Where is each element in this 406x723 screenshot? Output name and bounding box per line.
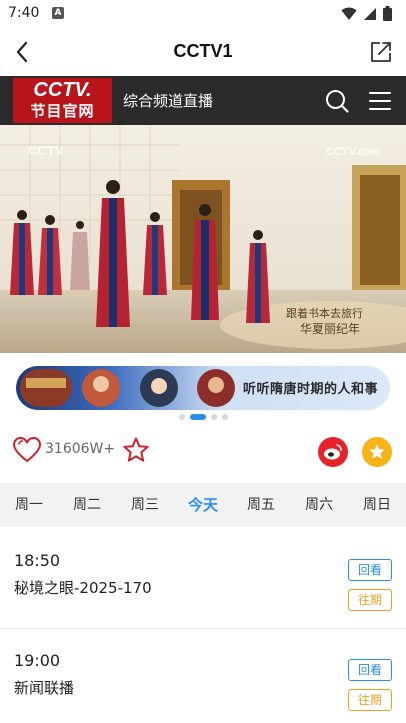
video-watermark-right: CCTV.com [326, 146, 381, 158]
program-time: 18:50 [14, 551, 61, 570]
banner-text: 听听隋唐时期的人和事 [242, 382, 378, 397]
program-time: 19:00 [14, 651, 61, 670]
like-count: 31606W+ [45, 441, 116, 457]
favorite-star-icon [369, 444, 385, 459]
program-title: 秘境之眼-2025-170 [14, 579, 152, 597]
logo-subtext: 节目官网 [30, 102, 95, 120]
menu-icon[interactable] [367, 88, 393, 114]
day-tabs: 周一 周二 周三 今天 周五 周六 周日 [0, 483, 406, 527]
notification-icon: A [52, 7, 64, 19]
tab-day-today[interactable]: 今天 [174, 483, 232, 527]
banner-pagination [0, 414, 406, 420]
action-row: 31606W+ [0, 428, 406, 476]
status-time: 7:40 [8, 5, 40, 21]
share-icon[interactable] [368, 39, 394, 65]
tab-day[interactable]: 周三 [116, 483, 174, 527]
pagination-dot[interactable] [221, 414, 228, 420]
video-caption-2: 华夏丽纪年 [300, 322, 360, 336]
tab-day[interactable]: 周五 [232, 483, 290, 527]
battery-icon [383, 6, 392, 21]
tab-day[interactable]: 周二 [58, 483, 116, 527]
program-item[interactable]: 18:50 秘境之眼-2025-170 回看 往期 [0, 533, 406, 629]
banner-illustration [20, 369, 235, 407]
tab-day[interactable]: 周六 [290, 483, 348, 527]
weibo-icon [324, 444, 342, 460]
past-episodes-button[interactable]: 往期 [348, 589, 392, 611]
logo-text: CCTV. [33, 79, 92, 101]
favorite-button[interactable] [362, 437, 392, 467]
nav-bar: CCTV1 [0, 28, 406, 76]
pagination-dot[interactable] [178, 414, 185, 420]
pagination-dot-active[interactable] [189, 414, 206, 420]
star-icon[interactable] [122, 436, 150, 464]
program-item[interactable]: 19:00 新闻联播 回看 往期 [0, 633, 406, 723]
cctv-logo[interactable]: CCTV. 节目官网 [13, 78, 112, 123]
wifi-icon [341, 7, 357, 20]
pagination-dot[interactable] [210, 414, 217, 420]
video-frame: CCTV CCTV.com 跟着书本去旅行 华夏丽纪年 [0, 125, 406, 353]
signal-icon [364, 7, 376, 20]
promo-banner[interactable]: 听听隋唐时期的人和事 [16, 366, 390, 410]
past-episodes-button[interactable]: 往期 [348, 689, 392, 711]
heart-icon[interactable] [12, 436, 42, 464]
replay-button[interactable]: 回看 [348, 559, 392, 581]
replay-button[interactable]: 回看 [348, 659, 392, 681]
tab-day[interactable]: 周日 [348, 483, 406, 527]
tab-day[interactable]: 周一 [0, 483, 58, 527]
status-bar: 7:40 A [0, 0, 406, 28]
channel-header: CCTV. 节目官网 综合频道直播 [0, 76, 406, 125]
program-title: 新闻联播 [14, 679, 75, 697]
channel-subtitle: 综合频道直播 [123, 92, 214, 110]
search-icon[interactable] [324, 88, 350, 114]
video-caption-1: 跟着书本去旅行 [286, 306, 363, 320]
weibo-share-button[interactable] [318, 437, 348, 467]
status-icons [341, 6, 392, 21]
video-player[interactable]: CCTV CCTV.com 跟着书本去旅行 华夏丽纪年 [0, 125, 406, 353]
page-title: CCTV1 [173, 41, 233, 61]
video-watermark-left: CCTV [28, 143, 64, 158]
